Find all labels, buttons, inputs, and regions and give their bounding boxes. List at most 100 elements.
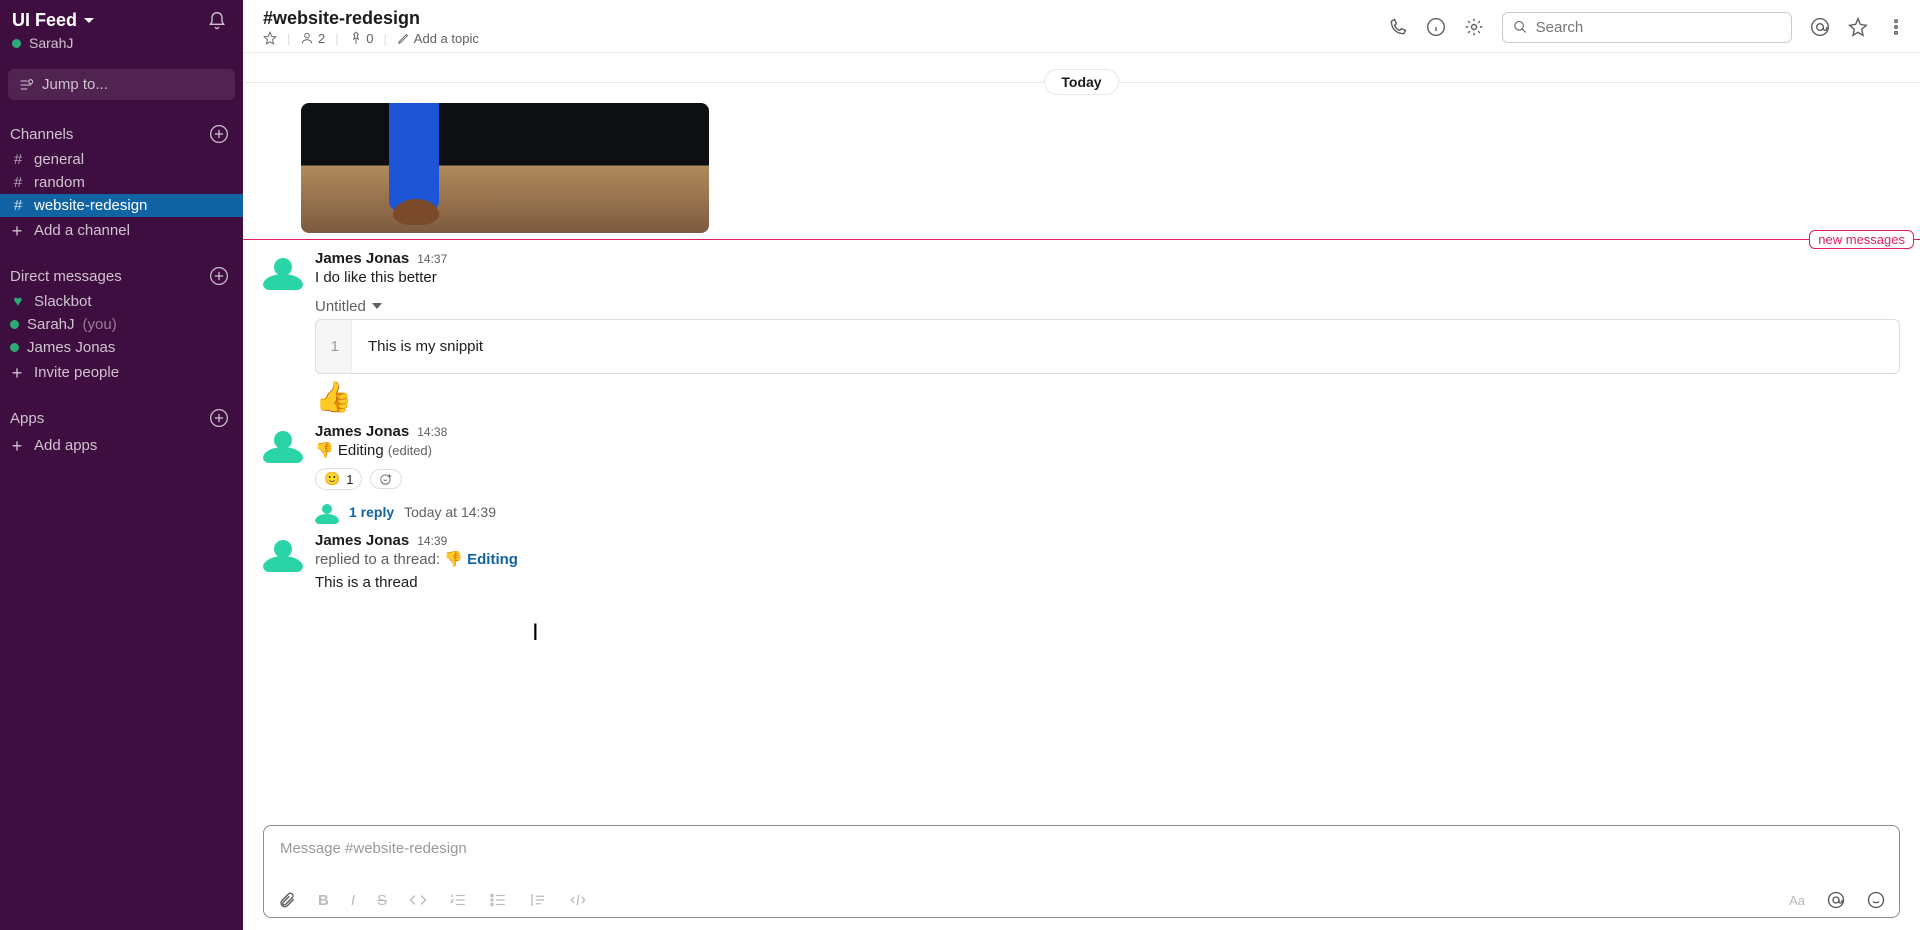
emoji-smile: 🙂 (324, 471, 340, 487)
thread-summary[interactable]: 1 reply Today at 14:39 (315, 500, 1900, 524)
ordered-list-icon[interactable] (449, 891, 467, 909)
jump-to[interactable]: Jump to... (8, 69, 235, 100)
avatar[interactable] (263, 423, 303, 463)
message-text: I do like this better (315, 267, 1900, 290)
member-count[interactable]: 2 (300, 31, 325, 46)
invite-people-link[interactable]: +Invite people (0, 359, 243, 386)
message: James Jonas14:38 👎 Editing (edited) 🙂1 1… (243, 419, 1920, 529)
pin-count[interactable]: 0 (349, 31, 374, 46)
workspace-name: UI Feed (12, 10, 77, 31)
plus-icon: + (10, 366, 24, 380)
quote-icon[interactable] (529, 891, 547, 909)
phone-icon[interactable] (1388, 17, 1408, 37)
messages-pane[interactable]: Today new messages James Jonas14:37 I do… (243, 53, 1920, 825)
bell-icon[interactable] (207, 11, 227, 31)
snippet-menu[interactable]: Untitled (315, 298, 1900, 315)
attach-icon[interactable] (278, 891, 296, 909)
mentions-icon[interactable] (1810, 17, 1830, 37)
hash-icon: # (10, 197, 26, 214)
bold-button[interactable]: B (318, 892, 329, 909)
code-icon[interactable] (409, 891, 427, 909)
presence-dot-icon (12, 39, 21, 48)
new-messages-divider: new messages (243, 239, 1920, 240)
chevron-down-icon (83, 15, 95, 27)
channel-random[interactable]: #random (0, 171, 243, 194)
italic-button[interactable]: I (351, 892, 355, 909)
avatar[interactable] (263, 250, 303, 290)
presence-dot-icon (10, 343, 19, 352)
jump-placeholder: Jump to... (42, 76, 108, 93)
composer-toolbar: B I S Aa (264, 883, 1899, 917)
person-icon (300, 31, 314, 45)
add-apps-link[interactable]: +Add apps (0, 432, 243, 459)
pencil-icon (397, 31, 411, 45)
emoji-thumbs-up: 👍 (315, 380, 1900, 415)
star-icon[interactable] (1848, 17, 1868, 37)
reply-count[interactable]: 1 reply (349, 504, 394, 520)
snippet-content: This is my snippit (352, 320, 1899, 373)
main: #website-redesign | 2 | 0 | Add a topic (243, 0, 1920, 930)
reply-time: Today at 14:39 (404, 504, 496, 520)
dm-slackbot[interactable]: ♥Slackbot (0, 290, 243, 313)
thread-link[interactable]: Editing (467, 551, 518, 568)
emoji-thumbs-down: 👎 (444, 551, 463, 568)
channel-title[interactable]: #website-redesign (263, 8, 479, 29)
text-cursor-icon: I (532, 619, 539, 647)
snippet-line-number: 1 (316, 320, 352, 373)
jump-icon (18, 77, 34, 93)
image-attachment[interactable] (301, 103, 709, 233)
code-block-icon[interactable] (569, 891, 587, 909)
message-time: 14:37 (417, 252, 447, 266)
edited-label: (edited) (388, 443, 432, 458)
caret-down-icon (372, 301, 382, 311)
presence-dot-icon (10, 320, 19, 329)
code-snippet[interactable]: 1 This is my snippit (315, 319, 1900, 374)
bullet-list-icon[interactable] (489, 891, 507, 909)
more-icon[interactable] (1886, 17, 1906, 37)
add-channel-link[interactable]: +Add a channel (0, 217, 243, 244)
channel-website-redesign[interactable]: #website-redesign (0, 194, 243, 217)
new-messages-label: new messages (1809, 230, 1914, 249)
heart-icon: ♥ (10, 293, 26, 310)
sidebar: UI Feed SarahJ Jump to... Channels #gene… (0, 0, 243, 930)
add-dm-icon[interactable] (209, 266, 229, 286)
strike-button[interactable]: S (377, 892, 387, 909)
message: James Jonas14:39 replied to a thread: 👎 … (243, 528, 1920, 598)
current-user[interactable]: SarahJ (0, 35, 243, 63)
apps-heading: Apps (10, 410, 44, 427)
emoji-plus-icon (379, 472, 393, 486)
format-toggle[interactable]: Aa (1789, 893, 1805, 908)
message-author[interactable]: James Jonas (315, 250, 409, 267)
reaction-count: 1 (346, 472, 353, 487)
avatar (315, 500, 339, 524)
search-box[interactable] (1502, 12, 1792, 43)
emoji-picker-icon[interactable] (1867, 891, 1885, 909)
search-input[interactable] (1536, 19, 1781, 36)
dm-self[interactable]: SarahJ (you) (0, 313, 243, 336)
gear-icon[interactable] (1464, 17, 1484, 37)
channel-general[interactable]: #general (0, 148, 243, 171)
avatar[interactable] (263, 532, 303, 572)
message-author[interactable]: James Jonas (315, 532, 409, 549)
message-time: 14:39 (417, 534, 447, 548)
star-icon (263, 31, 277, 45)
pin-icon (349, 31, 363, 45)
add-app-icon[interactable] (209, 408, 229, 428)
search-icon (1513, 19, 1528, 35)
message-input[interactable]: Message #website-redesign (264, 826, 1899, 883)
channels-heading: Channels (10, 126, 73, 143)
add-reaction-button[interactable] (370, 469, 402, 489)
plus-icon: + (10, 439, 24, 453)
reaction[interactable]: 🙂1 (315, 468, 362, 490)
channel-header: #website-redesign | 2 | 0 | Add a topic (243, 0, 1920, 53)
mention-icon[interactable] (1827, 891, 1845, 909)
current-user-name: SarahJ (29, 35, 73, 51)
message-author[interactable]: James Jonas (315, 423, 409, 440)
message-text: 👎 Editing (edited) (315, 440, 1900, 463)
workspace-switcher[interactable]: UI Feed (12, 10, 95, 31)
dm-james-jonas[interactable]: James Jonas (0, 336, 243, 359)
info-icon[interactable] (1426, 17, 1446, 37)
add-channel-icon[interactable] (209, 124, 229, 144)
star-channel[interactable] (263, 31, 277, 46)
add-topic[interactable]: Add a topic (397, 31, 479, 46)
